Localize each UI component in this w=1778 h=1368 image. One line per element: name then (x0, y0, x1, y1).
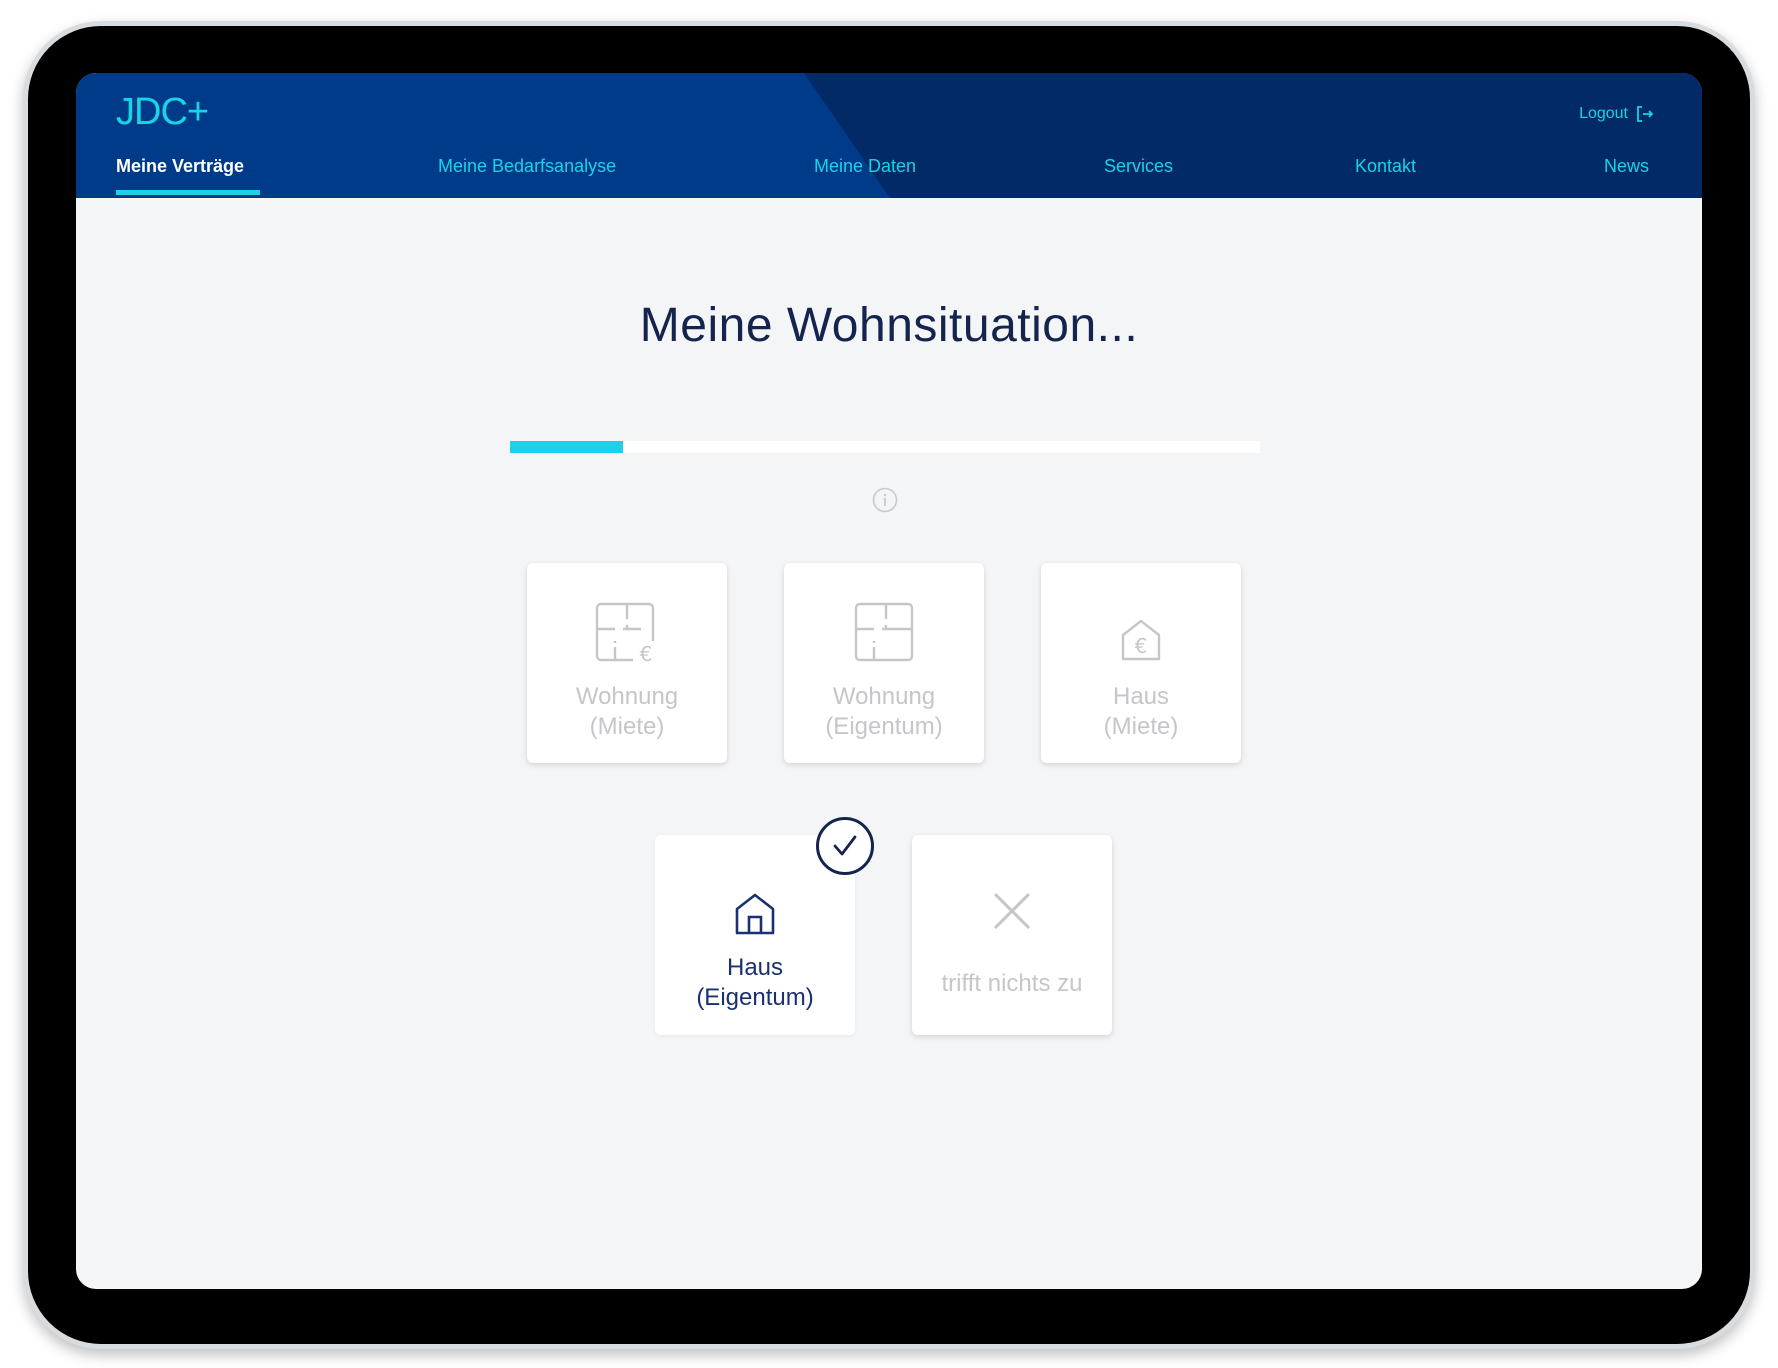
option-trifft-nichts-zu[interactable]: trifft nichts zu (912, 835, 1112, 1035)
nav-meine-bedarfsanalyse[interactable]: Meine Bedarfsanalyse (438, 156, 616, 177)
option-label-line1: Haus (1112, 683, 1170, 710)
close-icon (993, 892, 1031, 930)
option-label: trifft nichts zu (941, 970, 1083, 997)
nav-news[interactable]: News (1604, 156, 1649, 177)
top-navigation-bar: JDC+ Logout Meine Verträge Meine Bedarfs… (76, 73, 1702, 198)
option-haus-miete[interactable]: € Haus (Miete) (1041, 563, 1241, 763)
house-icon (735, 893, 775, 935)
option-label-line2: (Eigentum) (696, 984, 814, 1011)
header-accent-shape (804, 73, 1702, 198)
nav-meine-daten[interactable]: Meine Daten (814, 156, 916, 177)
nav-meine-vertraege[interactable]: Meine Verträge (116, 156, 244, 177)
logout-icon (1637, 106, 1654, 122)
floorplan-icon (854, 602, 914, 662)
option-label-line2: (Miete) (1103, 713, 1179, 740)
svg-text:€: € (1135, 634, 1148, 658)
option-label-line1: Haus (726, 954, 784, 981)
option-wohnung-miete[interactable]: € Wohnung (Miete) (527, 563, 727, 763)
floorplan-euro-icon: € (595, 602, 661, 665)
logout-button[interactable]: Logout (1579, 105, 1654, 123)
progress-fill (510, 441, 623, 453)
logout-label: Logout (1579, 105, 1628, 122)
option-label-line1: Wohnung (832, 683, 936, 710)
page-title: Meine Wohnsituation... (639, 299, 1139, 352)
option-label-line2: (Miete) (589, 713, 665, 740)
svg-text:€: € (640, 642, 653, 665)
option-label-line1: Wohnung (575, 683, 679, 710)
checkmark-icon (833, 835, 857, 856)
info-icon[interactable] (872, 487, 898, 513)
app-screen: JDC+ Logout Meine Verträge Meine Bedarfs… (76, 73, 1702, 1289)
logo: JDC+ (116, 91, 209, 133)
nav-services[interactable]: Services (1104, 156, 1173, 177)
active-tab-indicator (116, 190, 260, 195)
option-label-line2: (Eigentum) (825, 713, 943, 740)
selected-check-badge (816, 817, 874, 875)
progress-bar (510, 441, 1260, 453)
option-wohnung-eigentum[interactable]: Wohnung (Eigentum) (784, 563, 984, 763)
house-euro-icon: € (1121, 619, 1161, 661)
nav-kontakt[interactable]: Kontakt (1355, 156, 1416, 177)
